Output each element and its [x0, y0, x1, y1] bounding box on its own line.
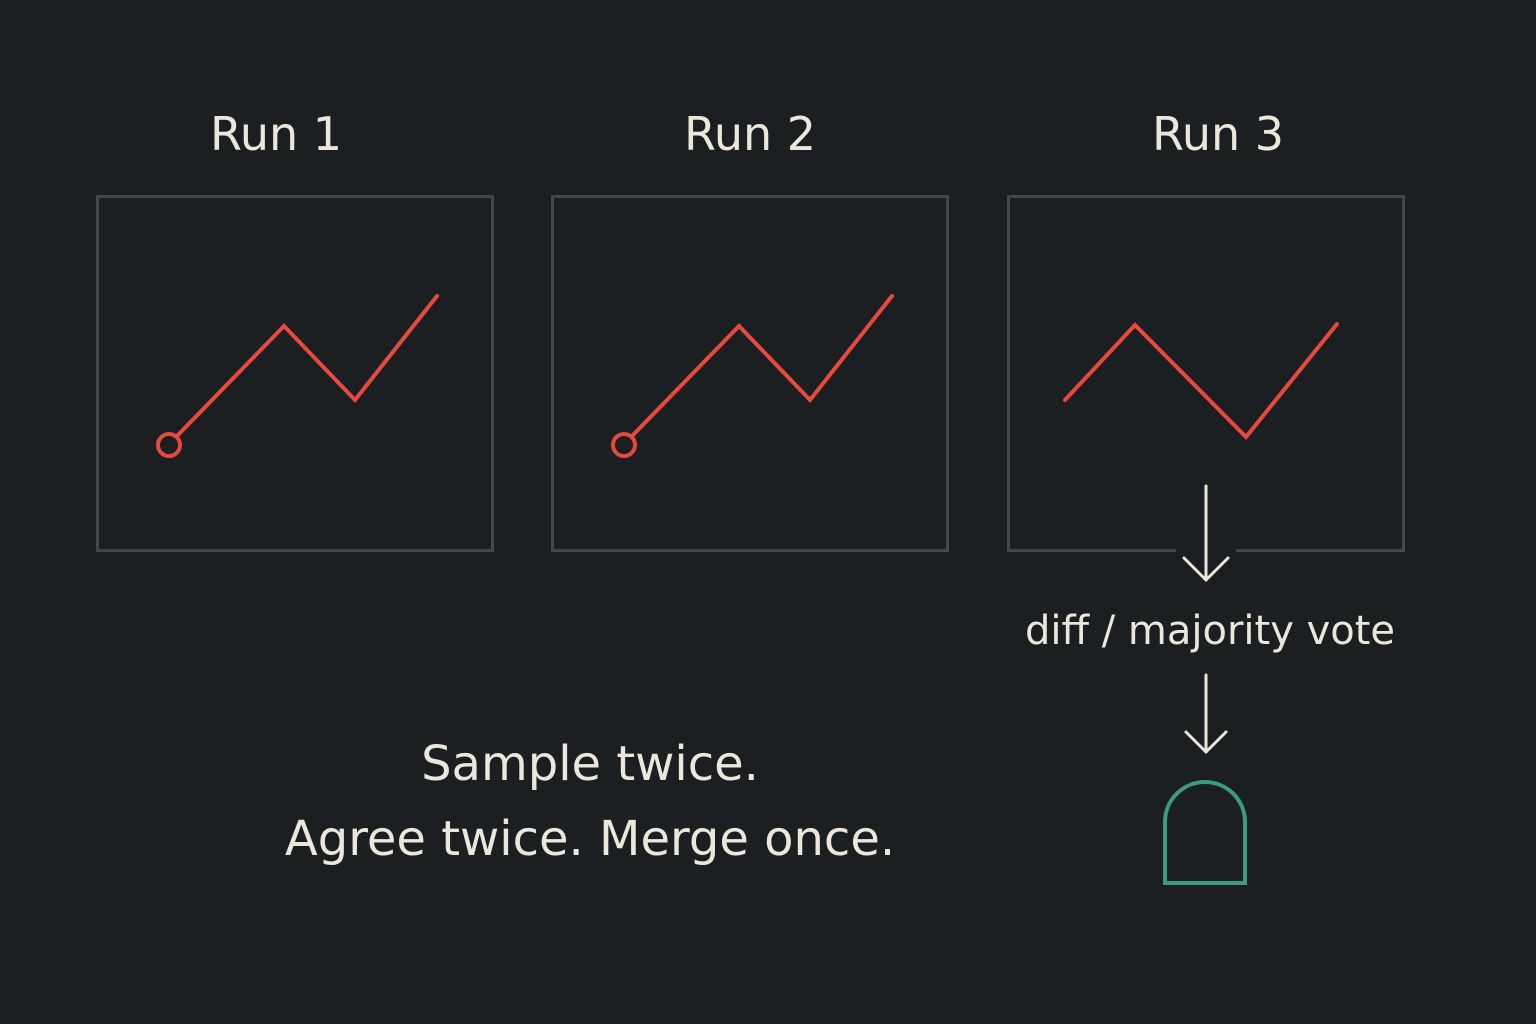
flow-label: diff / majority vote	[1024, 608, 1396, 654]
motto-line-2: Agree twice. Merge once.	[284, 811, 896, 867]
arch-gate-icon	[1163, 780, 1247, 885]
down-arrow-icon-2	[1184, 673, 1228, 754]
down-arrow-icon-1	[1182, 484, 1230, 582]
motto-line-1: Sample twice.	[421, 736, 759, 792]
